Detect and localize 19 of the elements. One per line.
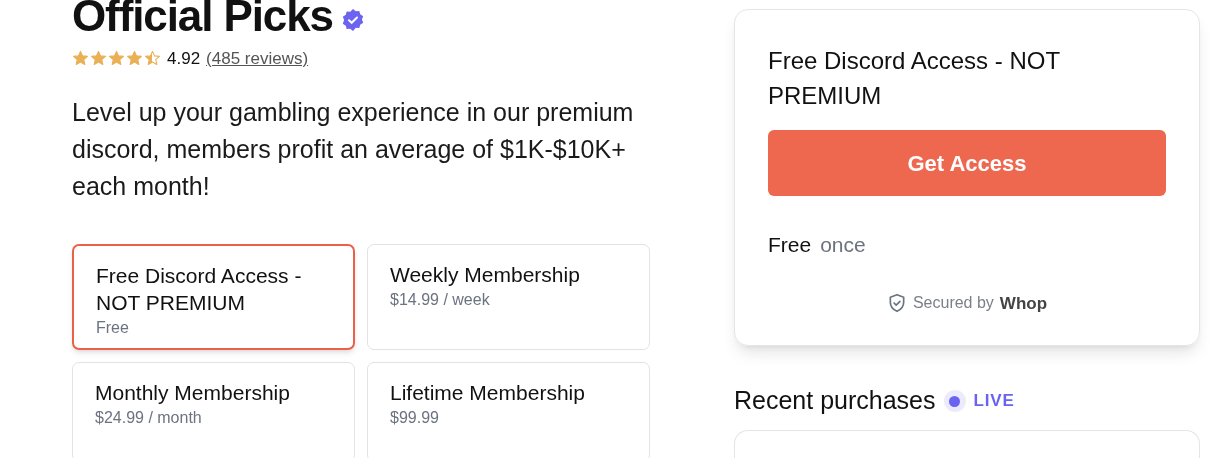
- description: Level up your gambling experience in our premium discord, members profit an average of $1K-$10K+ each month!: [72, 96, 635, 202]
- star-icon: [90, 50, 107, 68]
- secured-by-text: Secured by: [912, 293, 994, 314]
- plan-option[interactable]: Free Discord Access - NOT PREMIUM Free: [72, 243, 355, 350]
- plan-option[interactable]: Weekly Membership $14.99 / week: [367, 243, 650, 350]
- checkout-plan-name: Free Discord Access - NOT PREMIUM: [768, 46, 1061, 111]
- checkout-period: once: [820, 232, 866, 258]
- plan-option[interactable]: Lifetime Membership $99.99: [367, 361, 650, 458]
- plan-option[interactable]: Monthly Membership $24.99 / month: [72, 361, 355, 458]
- brand-name: Whop: [999, 292, 1048, 315]
- star-icon: [108, 50, 125, 68]
- rating-score: 4.92: [167, 48, 201, 70]
- reviews-link[interactable]: (485 reviews): [206, 46, 309, 72]
- checkout-price: Free: [768, 232, 812, 258]
- star-icon: [126, 50, 143, 68]
- recent-purchases-title: Recent purchases: [734, 385, 936, 417]
- star-icon: [144, 50, 161, 68]
- star-icon: [72, 50, 89, 68]
- live-label: LIVE: [973, 390, 1015, 413]
